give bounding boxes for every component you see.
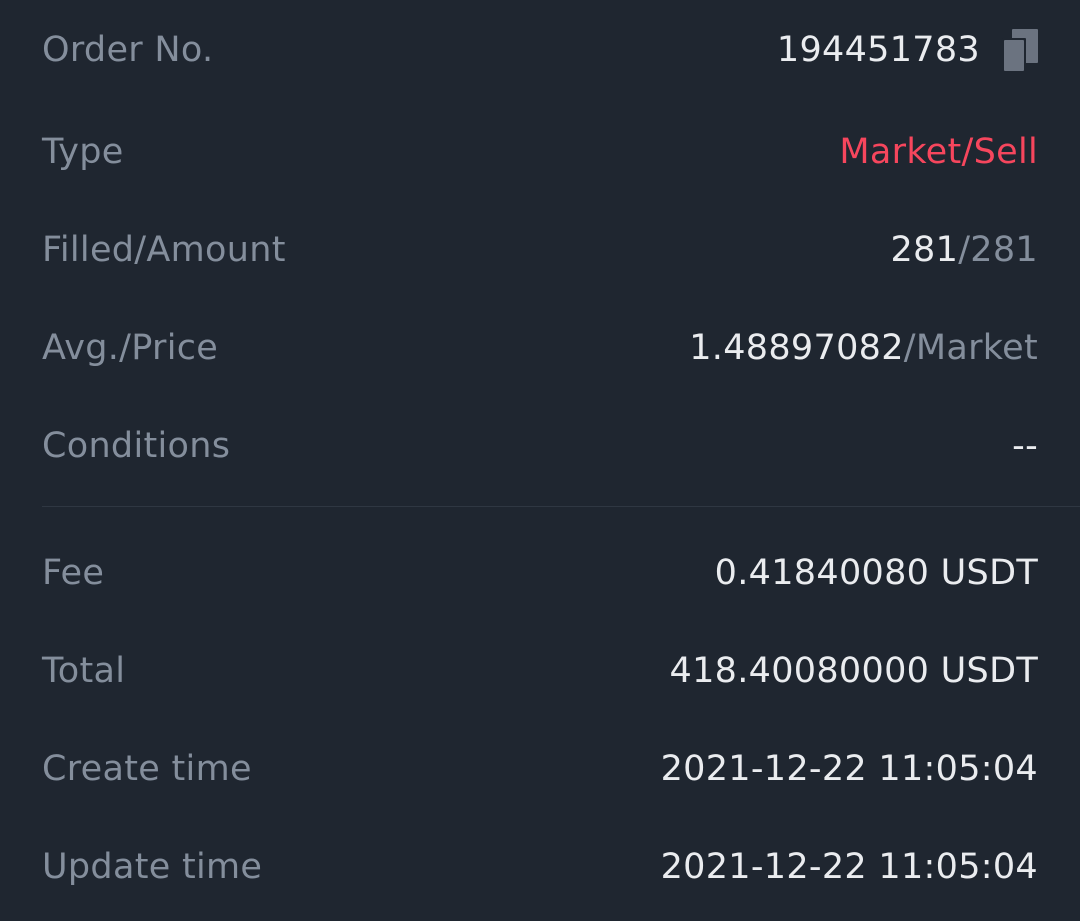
- create-time-value: 2021-12-22 11:05:04: [660, 749, 1038, 789]
- avg-price-value: 1.48897082/Market: [689, 328, 1038, 368]
- amount-value: /281: [958, 230, 1038, 270]
- row-total: Total 418.40080000 USDT: [42, 641, 1038, 701]
- conditions-label: Conditions: [42, 426, 231, 466]
- fee-label: Fee: [42, 553, 105, 593]
- row-type: Type Market/Sell: [42, 122, 1038, 182]
- fee-value: 0.41840080 USDT: [714, 553, 1038, 593]
- create-time-label: Create time: [42, 749, 252, 789]
- type-value: Market/Sell: [839, 132, 1038, 172]
- copy-icon[interactable]: [1000, 27, 1040, 73]
- order-no-label: Order No.: [42, 30, 214, 70]
- row-fee: Fee 0.41840080 USDT: [42, 543, 1038, 603]
- row-avg-price: Avg./Price 1.48897082/Market: [42, 318, 1038, 378]
- update-time-value: 2021-12-22 11:05:04: [660, 847, 1038, 887]
- filled-amount-label: Filled/Amount: [42, 230, 286, 270]
- total-label: Total: [42, 651, 126, 691]
- conditions-value: --: [1012, 426, 1038, 466]
- avg-value: 1.48897082: [689, 328, 904, 368]
- section-divider: [42, 506, 1080, 507]
- row-order-no: Order No. 194451783: [42, 20, 1038, 80]
- order-detail-panel: Order No. 194451783 Type Market/Sell Fil…: [0, 0, 1080, 921]
- type-label: Type: [42, 132, 124, 172]
- price-value: /Market: [903, 328, 1038, 368]
- order-no-value: 194451783: [776, 30, 980, 70]
- filled-value: 281: [890, 230, 959, 270]
- filled-amount-value: 281/281: [890, 230, 1038, 270]
- order-no-value-group: 194451783: [777, 27, 1038, 73]
- update-time-label: Update time: [42, 847, 263, 887]
- row-create-time: Create time 2021-12-22 11:05:04: [42, 739, 1038, 799]
- row-filled-amount: Filled/Amount 281/281: [42, 220, 1038, 280]
- total-value: 418.40080000 USDT: [669, 651, 1038, 691]
- row-update-time: Update time 2021-12-22 11:05:04: [42, 837, 1038, 897]
- avg-price-label: Avg./Price: [42, 328, 219, 368]
- row-conditions: Conditions --: [42, 416, 1038, 476]
